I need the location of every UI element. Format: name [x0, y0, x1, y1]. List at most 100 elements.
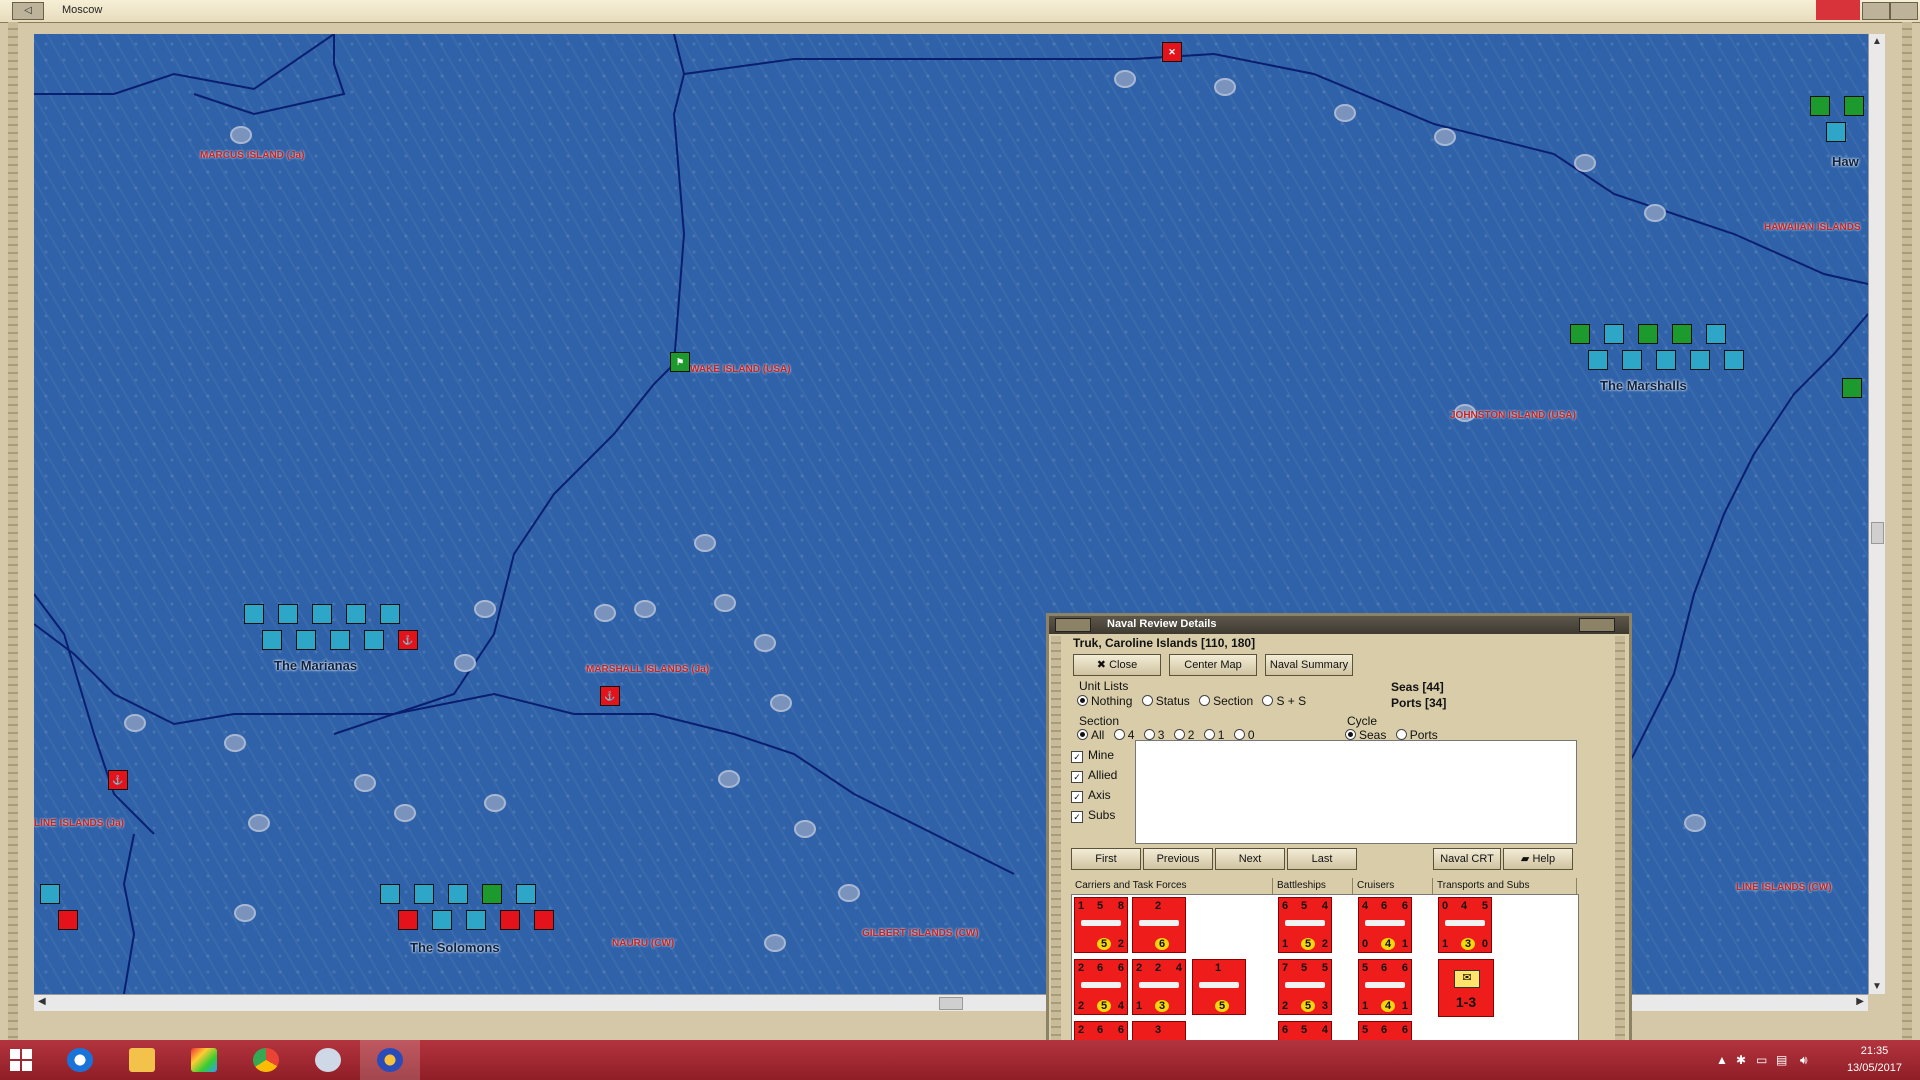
unit-counter[interactable] [448, 884, 468, 904]
minimize-window-button[interactable] [1890, 2, 1918, 20]
transports-counter[interactable]: 045130 [1438, 897, 1492, 953]
naval-crt-button[interactable]: Naval CRT [1433, 848, 1501, 870]
taskbar-world-in-flames[interactable] [360, 1040, 420, 1080]
unit-counter[interactable] [432, 910, 452, 930]
unit-counter[interactable] [500, 910, 520, 930]
unit-counter[interactable] [1810, 96, 1830, 116]
unit-counter[interactable] [364, 630, 384, 650]
taskbar-app[interactable] [174, 1040, 234, 1080]
unit-counter[interactable] [414, 884, 434, 904]
unit-counter[interactable] [58, 910, 78, 930]
radio-section-1[interactable] [1203, 729, 1215, 740]
carriers-counter[interactable]: 26 [1132, 897, 1186, 953]
radio-status[interactable] [1141, 695, 1153, 706]
carriers-counter[interactable]: 15 [1192, 959, 1246, 1015]
carriers-counter[interactable]: 15852 [1074, 897, 1128, 953]
radio-cycle-ports[interactable] [1395, 729, 1407, 740]
unit-counter[interactable] [1690, 350, 1710, 370]
convoy-counter[interactable]: ✉ 1-3 [1438, 959, 1494, 1017]
unit-counter[interactable] [1724, 350, 1744, 370]
unit-counter[interactable] [346, 604, 366, 624]
checkbox-axis[interactable]: ✓ [1071, 791, 1083, 803]
clock[interactable]: 21:35 13/05/2017 [1847, 1043, 1902, 1077]
unit-counter[interactable] [330, 630, 350, 650]
last-button[interactable]: Last [1287, 848, 1357, 870]
unit-counter[interactable] [482, 884, 502, 904]
scroll-right-icon[interactable]: ▶ [1856, 996, 1864, 1007]
start-button[interactable] [0, 1040, 46, 1080]
unit-counter[interactable] [1826, 122, 1846, 142]
unit-counter[interactable] [1588, 350, 1608, 370]
unit-counter[interactable]: ⚑ [670, 352, 690, 372]
taskbar-internet-explorer[interactable] [50, 1040, 110, 1080]
naval-summary-button[interactable]: Naval Summary [1265, 654, 1353, 676]
unit-counter[interactable] [40, 884, 60, 904]
unit-list-box[interactable] [1135, 740, 1577, 844]
radio-nothing[interactable] [1077, 695, 1088, 706]
unit-counter[interactable] [1638, 324, 1658, 344]
unit-counter[interactable] [466, 910, 486, 930]
unit-counter[interactable] [1844, 96, 1864, 116]
radio-section-3[interactable] [1143, 729, 1155, 740]
unit-counter[interactable]: ✕ [1162, 42, 1182, 62]
unit-counter[interactable] [1604, 324, 1624, 344]
unit-counter[interactable] [534, 910, 554, 930]
filter-subs[interactable]: ✓ Subs [1071, 808, 1115, 823]
close-window-button[interactable] [1816, 0, 1860, 20]
gear-icon[interactable]: ✱ [1736, 1053, 1746, 1067]
filter-mine[interactable]: ✓ Mine [1071, 748, 1114, 763]
dialog-close-icon[interactable] [1579, 618, 1615, 632]
cruisers-counter[interactable]: 566141 [1358, 959, 1412, 1015]
close-button[interactable]: ✖ Close [1073, 654, 1161, 676]
radio-section-0[interactable] [1233, 729, 1245, 740]
scroll-up-icon[interactable]: ▲ [1872, 36, 1882, 47]
restore-window-button[interactable] [1862, 2, 1890, 20]
chevron-up-icon[interactable]: ▲ [1716, 1053, 1728, 1067]
radio-cycle-seas[interactable] [1345, 729, 1356, 740]
taskbar-file-explorer[interactable] [112, 1040, 172, 1080]
help-button[interactable]: ▰ Help [1503, 848, 1573, 870]
radio-section-all[interactable] [1077, 729, 1088, 740]
battleships-counter[interactable]: 755253 [1278, 959, 1332, 1015]
unit-counter[interactable] [1842, 378, 1862, 398]
unit-counter[interactable] [1656, 350, 1676, 370]
taskbar-paint[interactable] [298, 1040, 358, 1080]
unit-counter[interactable]: ⚓ [600, 686, 620, 706]
cruisers-counter[interactable]: 466041 [1358, 897, 1412, 953]
previous-button[interactable]: Previous [1143, 848, 1213, 870]
taskbar-chrome[interactable] [236, 1040, 296, 1080]
unit-counter[interactable] [262, 630, 282, 650]
next-button[interactable]: Next [1215, 848, 1285, 870]
scroll-thumb[interactable] [939, 997, 963, 1010]
filter-axis[interactable]: ✓ Axis [1071, 788, 1111, 803]
unit-counter[interactable] [516, 884, 536, 904]
unit-counter[interactable] [1622, 350, 1642, 370]
first-button[interactable]: First [1071, 848, 1141, 870]
radio-section-4[interactable] [1113, 729, 1125, 740]
unit-counter[interactable] [244, 604, 264, 624]
monitor-icon[interactable]: ▭ [1756, 1053, 1767, 1067]
network-icon[interactable]: ▤ [1776, 1053, 1787, 1067]
radio-s-plus-s[interactable] [1262, 695, 1274, 706]
speaker-icon[interactable]: 🔊︎ [1800, 1053, 1808, 1068]
radio-section[interactable] [1199, 695, 1211, 706]
checkbox-mine[interactable]: ✓ [1071, 751, 1083, 763]
unit-counter[interactable] [296, 630, 316, 650]
unit-counter[interactable] [398, 910, 418, 930]
center-map-button[interactable]: Center Map [1169, 654, 1257, 676]
unit-counter[interactable] [1672, 324, 1692, 344]
unit-counter[interactable] [380, 884, 400, 904]
radio-section-2[interactable] [1173, 729, 1185, 740]
unit-counter[interactable] [1706, 324, 1726, 344]
dialog-system-button[interactable] [1055, 618, 1091, 632]
checkbox-subs[interactable]: ✓ [1071, 811, 1083, 823]
scroll-down-icon[interactable]: ▼ [1872, 981, 1882, 992]
filter-allied[interactable]: ✓ Allied [1071, 768, 1117, 783]
unit-counter[interactable] [1570, 324, 1590, 344]
scroll-left-icon[interactable]: ◀ [38, 996, 46, 1007]
scroll-thumb[interactable] [1871, 522, 1884, 544]
unit-counter[interactable] [278, 604, 298, 624]
map-vertical-scrollbar[interactable]: ▲ ▼ [1868, 34, 1885, 994]
carriers-counter[interactable]: 266254 [1074, 959, 1128, 1015]
battleships-counter[interactable]: 654152 [1278, 897, 1332, 953]
